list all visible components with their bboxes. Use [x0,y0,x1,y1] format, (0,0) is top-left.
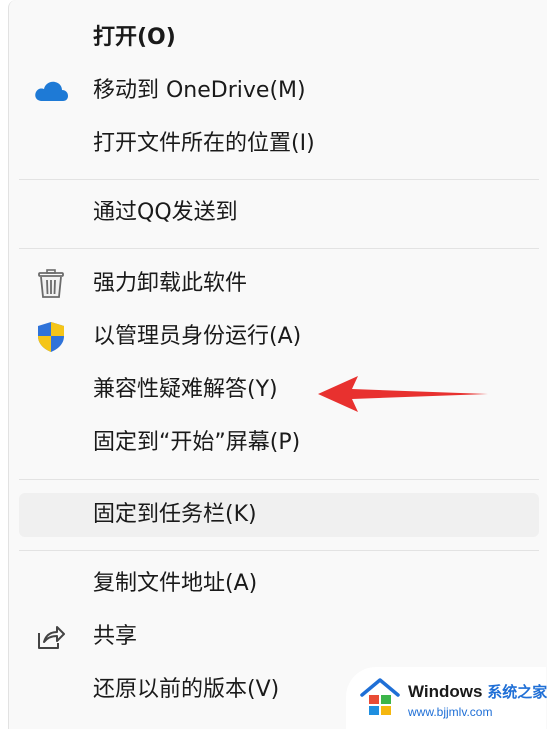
menu-separator [19,479,539,480]
menu-item-label: 移动到 OneDrive(M) [93,78,306,103]
red-arrow-annotation [318,376,488,412]
menu-item-label: 以管理员身份运行(A) [93,324,302,349]
menu-item-open-file-location[interactable]: 打开文件所在的位置(I) [19,122,539,166]
menu-separator [19,550,539,551]
watermark-title-en: Windows [408,682,483,701]
menu-item-label: 强力卸载此软件 [93,271,248,296]
watermark-url: www.bjjmlv.com [408,705,493,719]
onedrive-cloud-icon [33,73,69,109]
menu-item-label: 打开文件所在的位置(I) [93,131,315,156]
uac-shield-icon [33,319,69,355]
menu-item-label: 打开(O) [93,25,176,50]
context-menu: 打开(O) 移动到 OneDrive(M) 打开文件所在的位置(I) 通过QQ发… [8,0,547,729]
menu-item-run-as-admin[interactable]: 以管理员身份运行(A) [19,315,539,359]
menu-item-label: 通过QQ发送到 [93,200,238,225]
menu-item-label: 复制文件地址(A) [93,571,258,596]
menu-item-move-to-onedrive[interactable]: 移动到 OneDrive(M) [19,69,539,113]
watermark: Windows 系统之家 www.bjjmlv.com [346,667,547,729]
menu-item-copy-file-path[interactable]: 复制文件地址(A) [19,562,539,606]
trash-icon [33,266,69,302]
menu-item-label: 固定到任务栏(K) [93,502,257,527]
menu-separator [19,179,539,180]
menu-item-label: 固定到“开始”屏幕(P) [93,430,301,455]
menu-item-pin-to-start[interactable]: 固定到“开始”屏幕(P) [19,421,539,465]
share-icon [33,619,69,655]
watermark-title-cn: 系统之家 [487,683,547,701]
menu-item-label: 还原以前的版本(V) [93,677,280,702]
watermark-title: Windows 系统之家 [408,681,547,702]
menu-item-share[interactable]: 共享 [19,615,539,659]
menu-item-send-via-qq[interactable]: 通过QQ发送到 [19,191,539,235]
menu-item-open[interactable]: 打开(O) [19,16,539,60]
menu-item-pin-to-taskbar[interactable]: 固定到任务栏(K) [19,493,539,537]
windows-house-logo-icon [360,678,400,715]
menu-separator [19,248,539,249]
menu-item-label: 共享 [93,624,138,649]
menu-item-label: 兼容性疑难解答(Y) [93,377,278,402]
menu-item-force-uninstall[interactable]: 强力卸载此软件 [19,262,539,306]
